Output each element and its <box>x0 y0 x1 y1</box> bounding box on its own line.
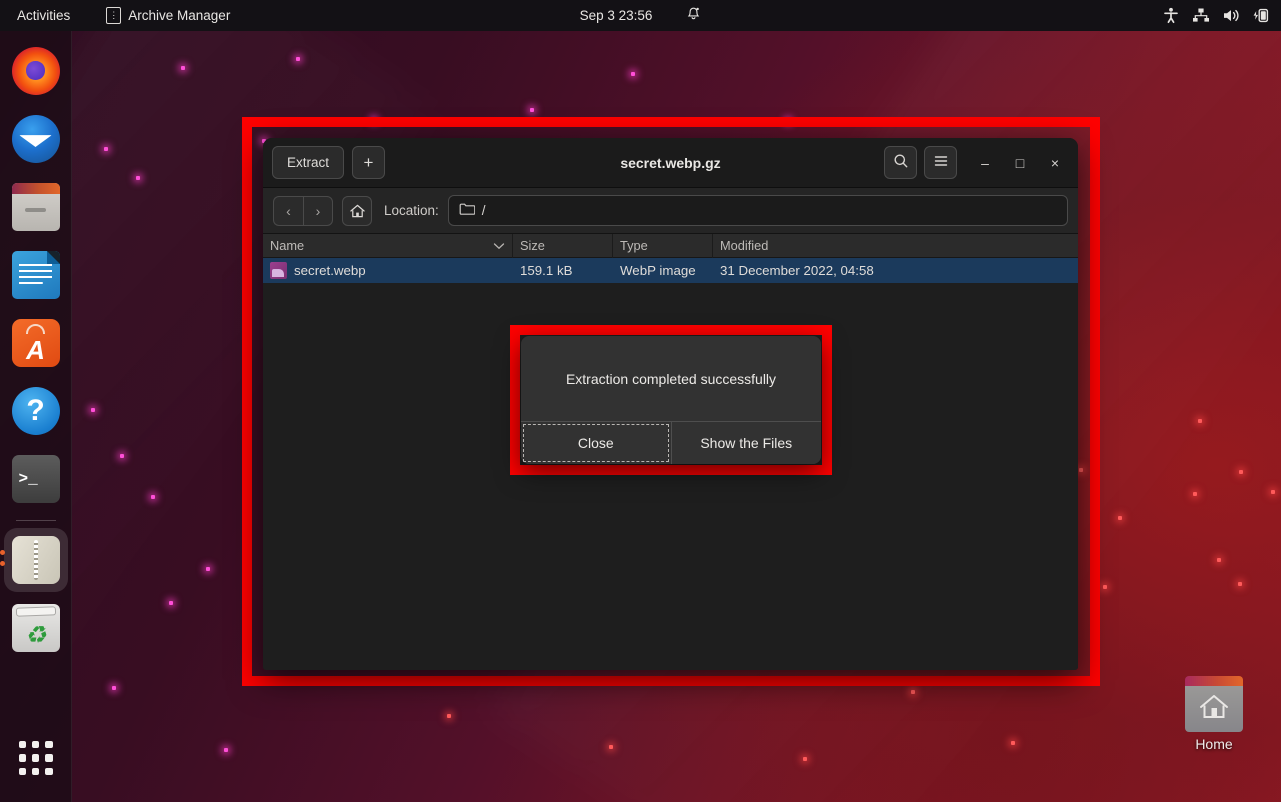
dock-item-archive-manager[interactable] <box>0 528 68 592</box>
minimize-button[interactable]: – <box>971 149 999 177</box>
accessibility-icon[interactable] <box>1157 0 1185 31</box>
column-header-name[interactable]: Name <box>263 233 513 258</box>
activities-button[interactable]: Activities <box>8 0 79 31</box>
volume-icon[interactable] <box>1217 0 1245 31</box>
activities-label: Activities <box>17 8 71 23</box>
table-row[interactable]: secret.webp 159.1 kB WebP image 31 Decem… <box>263 258 1078 283</box>
notifications-button[interactable] <box>677 0 710 31</box>
search-button[interactable] <box>884 146 917 179</box>
column-header-name-label: Name <box>270 238 305 253</box>
battery-icon[interactable] <box>1247 0 1275 31</box>
file-name-cell: secret.webp <box>263 262 513 279</box>
dock-item-terminal[interactable]: >_ <box>4 447 68 511</box>
search-icon <box>893 153 909 172</box>
navigation-buttons: ‹ › <box>273 195 333 226</box>
desktop-icon-home[interactable]: Home <box>1174 676 1254 752</box>
file-size-cell: 159.1 kB <box>520 263 573 278</box>
dialog-close-button[interactable]: Close <box>521 422 671 464</box>
dock: A ? >_ ♻ <box>0 31 72 802</box>
hamburger-menu-icon <box>933 153 949 172</box>
file-modified-cell: 31 December 2022, 04:58 <box>720 263 874 278</box>
system-tray[interactable] <box>1157 0 1275 31</box>
back-button[interactable]: ‹ <box>273 195 303 226</box>
dock-item-libreoffice-writer[interactable] <box>4 243 68 307</box>
dock-separator <box>15 520 56 521</box>
network-icon[interactable] <box>1187 0 1215 31</box>
main-menu-button[interactable] <box>924 146 957 179</box>
dock-item-thunderbird[interactable] <box>4 107 68 171</box>
column-header-modified[interactable]: Modified <box>713 234 1078 258</box>
column-header-type[interactable]: Type <box>613 233 713 258</box>
dock-item-help[interactable]: ? <box>4 379 68 443</box>
extract-button[interactable]: Extract <box>272 146 345 179</box>
maximize-button[interactable]: □ <box>1006 149 1034 177</box>
archive-manager-icon <box>11 536 60 584</box>
archive-manager-icon: ⋮ <box>106 7 122 24</box>
window-header-right: – □ × <box>884 146 1069 179</box>
location-label: Location: <box>384 203 439 218</box>
location-bar: ‹ › Location: / <box>263 188 1078 234</box>
dialog-message: Extraction completed successfully <box>565 370 777 387</box>
terminal-icon: >_ <box>11 455 60 503</box>
recycle-glyph: ♻ <box>24 622 47 650</box>
chevron-down-icon <box>493 238 505 253</box>
thunderbird-icon <box>11 115 60 163</box>
files-icon <box>11 183 60 231</box>
file-name-text: secret.webp <box>294 263 366 278</box>
app-menu-label: Archive Manager <box>128 8 231 23</box>
ubuntu-software-icon: A <box>11 319 60 367</box>
column-header-size[interactable]: Size <box>513 233 613 258</box>
bell-icon <box>686 6 701 25</box>
folder-icon <box>459 202 476 219</box>
dialog-show-files-button[interactable]: Show the Files <box>670 422 821 464</box>
location-path-text: / <box>481 203 486 218</box>
dialog-actions: Close Show the Files <box>521 421 821 464</box>
home-folder-icon <box>1185 676 1243 732</box>
house-icon <box>1185 692 1243 725</box>
app-menu-archive-manager[interactable]: ⋮ Archive Manager <box>97 0 239 31</box>
clock-label: Sep 3 23:56 <box>579 8 653 23</box>
webp-image-file-icon <box>270 262 287 279</box>
add-files-button[interactable]: + <box>352 146 386 179</box>
window-header-bar: Extract + secret.webp.gz – □ × <box>263 138 1078 188</box>
show-applications-button[interactable] <box>4 726 68 790</box>
file-type-cell: WebP image <box>620 263 696 278</box>
help-icon: ? <box>11 387 60 435</box>
dock-item-files[interactable] <box>4 175 68 239</box>
trash-icon: ♻ <box>11 604 60 652</box>
location-path-field[interactable]: / <box>447 195 1068 226</box>
file-list-column-headers: Name Size Type Modified <box>263 233 1078 258</box>
firefox-icon <box>11 47 60 95</box>
ubuntu-software-glyph: A <box>26 335 45 366</box>
forward-button[interactable]: › <box>303 195 333 226</box>
clock-button[interactable]: Sep 3 23:56 <box>571 0 662 31</box>
libreoffice-writer-icon <box>11 251 60 299</box>
close-button[interactable]: × <box>1041 149 1069 177</box>
extraction-complete-dialog: Extraction completed successfully Close … <box>521 336 821 464</box>
home-icon-label: Home <box>1195 736 1233 752</box>
dock-item-ubuntu-software[interactable]: A <box>4 311 68 375</box>
dock-item-trash[interactable]: ♻ <box>4 596 68 660</box>
top-bar: Activities ⋮ Archive Manager Sep 3 23:56 <box>0 0 1281 31</box>
dock-item-firefox[interactable] <box>4 39 68 103</box>
go-home-button[interactable] <box>342 195 372 226</box>
app-grid-icon <box>18 741 53 775</box>
